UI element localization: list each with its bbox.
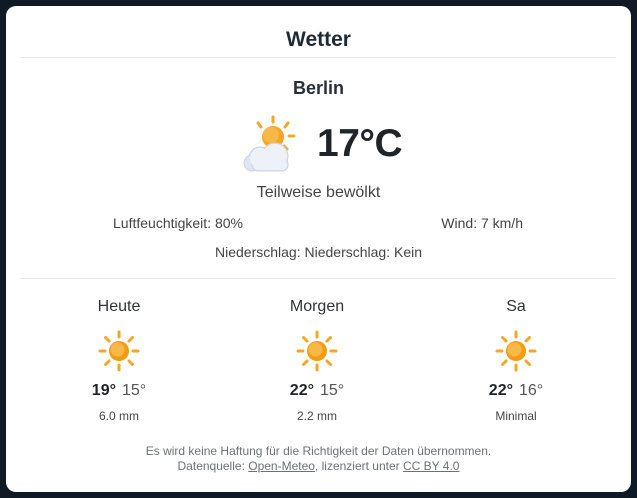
forecast-rain: 2.2 mm <box>296 409 337 423</box>
precipitation-text: Niederschlag: Niederschlag: Kein <box>215 244 422 260</box>
forecast-temps: 22° 16° <box>456 382 576 400</box>
open-meteo-link[interactable]: Open-Meteo <box>248 459 315 473</box>
current-weather: 17°C <box>242 114 412 174</box>
forecast-day: Morgen 22° 15° 2.2 mm <box>257 298 377 423</box>
forecast-day: Heute 19° 15° 6.0 mm <box>59 298 179 423</box>
forecast-min: 15° <box>122 382 147 399</box>
partly-cloudy-icon <box>243 115 296 172</box>
sun-icon <box>296 330 338 372</box>
current-temperature: 17°C <box>317 122 403 165</box>
license-prefix: , lizenziert unter <box>314 459 400 473</box>
divider-forecast <box>21 278 616 279</box>
license-link[interactable]: CC BY 4.0 <box>403 459 459 473</box>
source-prefix: Datenquelle: <box>177 459 245 473</box>
footer: Es wird keine Haftung für die Richtigkei… <box>6 444 631 474</box>
weather-widget: Wetter Berlin 17°C Teilweise bewölkt Luf… <box>6 6 631 492</box>
forecast-min: 16° <box>519 382 544 399</box>
forecast-day-name: Morgen <box>289 298 345 315</box>
forecast-max: 22° <box>289 382 314 399</box>
sun-icon <box>98 330 140 372</box>
weather-condition: Teilweise bewölkt <box>256 184 381 201</box>
sun-icon <box>495 330 537 372</box>
forecast-day-name: Sa <box>506 298 526 315</box>
forecast-max: 19° <box>91 382 116 399</box>
city-name: Berlin <box>292 78 344 98</box>
forecast-min: 15° <box>320 382 345 399</box>
source-line: Datenquelle: Open-Meteo, lizenziert unte… <box>6 459 631 474</box>
forecast-rain: Minimal <box>495 409 537 423</box>
disclaimer-text: Es wird keine Haftung für die Richtigkei… <box>145 444 492 458</box>
widget-title: Wetter <box>286 28 351 51</box>
forecast-max: 22° <box>488 382 513 399</box>
divider-top <box>21 57 616 58</box>
forecast-temps: 22° 15° <box>257 382 377 400</box>
humidity-text: Luftfeuchtigkeit: 80% <box>113 215 243 231</box>
forecast-day-name: Heute <box>97 298 141 315</box>
wind-text: Wind: 7 km/h <box>441 215 523 231</box>
forecast-temps: 19° 15° <box>59 382 179 400</box>
forecast-day: Sa 22° 16° Minimal <box>456 298 576 423</box>
forecast-rain: 6.0 mm <box>98 409 139 423</box>
